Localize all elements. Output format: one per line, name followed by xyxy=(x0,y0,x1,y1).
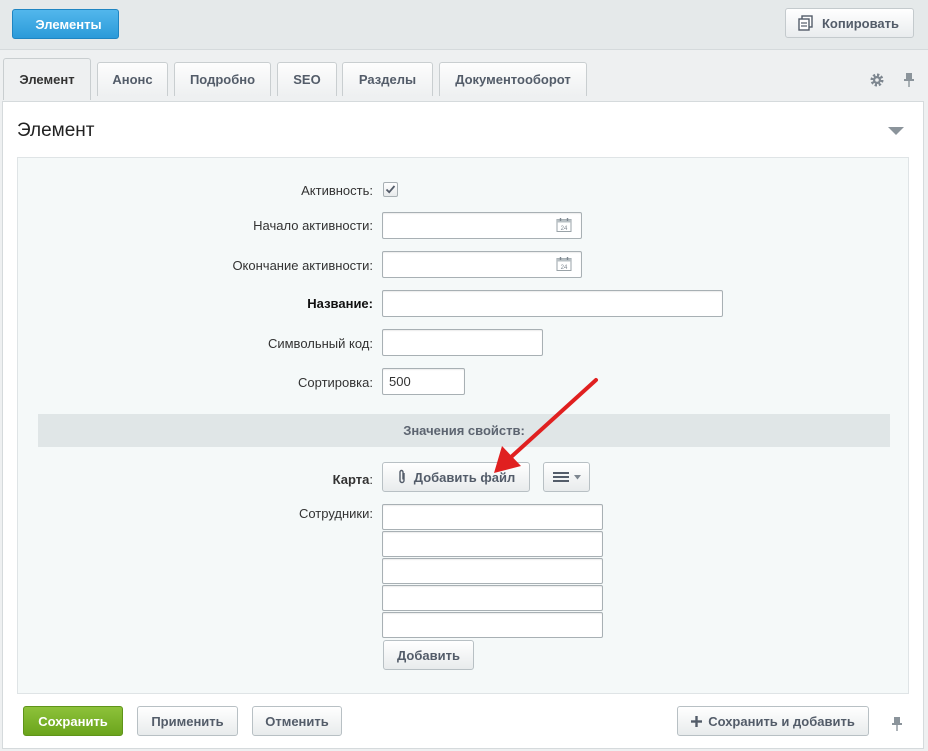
start-date-input[interactable] xyxy=(382,212,582,239)
chevron-down-icon xyxy=(573,474,581,479)
tab-label: Анонс xyxy=(112,72,153,87)
properties-header: Значения свойств: xyxy=(38,414,890,447)
save-label: Сохранить xyxy=(38,713,108,729)
apply-button[interactable]: Применить xyxy=(137,706,238,736)
employee-input[interactable] xyxy=(382,531,603,557)
copy-button[interactable]: Копировать xyxy=(785,8,914,38)
svg-text:24: 24 xyxy=(561,226,568,232)
end-date-input[interactable] xyxy=(382,251,582,278)
copy-button-label: Копировать xyxy=(822,15,900,31)
check-icon xyxy=(385,185,396,194)
map-label-text: Карта xyxy=(332,472,370,487)
form-area: Активность: Начало активности: 24 Оконча… xyxy=(17,157,909,694)
tab-label: Разделы xyxy=(358,72,417,87)
employee-input[interactable] xyxy=(382,585,603,611)
svg-text:24: 24 xyxy=(561,265,568,271)
cancel-label: Отменить xyxy=(265,713,329,729)
end-date-label: Окончание активности: xyxy=(232,258,373,273)
calendar-icon[interactable]: 24 xyxy=(556,256,572,272)
save-and-add-button[interactable]: Сохранить и добавить xyxy=(677,706,869,736)
tab-label: Документооборот xyxy=(455,72,571,87)
top-toolbar: Элементы Копировать xyxy=(0,0,928,50)
tab-sections[interactable]: Разделы xyxy=(342,62,433,96)
name-input[interactable] xyxy=(382,290,723,317)
menu-icon xyxy=(552,472,569,482)
tab-announce[interactable]: Анонс xyxy=(97,62,168,96)
tab-label: Подробно xyxy=(189,72,256,87)
back-button-label: Элементы xyxy=(35,16,102,32)
section-title: Элемент xyxy=(17,120,95,141)
gear-icon[interactable] xyxy=(868,70,886,90)
employee-input[interactable] xyxy=(382,612,603,638)
collapse-icon[interactable] xyxy=(888,127,904,135)
sort-input[interactable] xyxy=(382,368,465,395)
back-to-elements-button[interactable]: Элементы xyxy=(12,9,119,39)
active-label: Активность: xyxy=(301,183,373,198)
sort-label: Сортировка: xyxy=(298,375,373,390)
tab-element[interactable]: Элемент xyxy=(3,58,91,100)
tab-document-flow[interactable]: Документооборот xyxy=(439,62,587,96)
pin-icon[interactable] xyxy=(900,70,918,90)
add-employee-label: Добавить xyxy=(397,647,460,663)
code-label: Символьный код: xyxy=(267,336,373,351)
add-file-label: Добавить файл xyxy=(413,469,516,485)
active-checkbox[interactable] xyxy=(383,182,398,197)
add-employee-button[interactable]: Добавить xyxy=(383,640,474,670)
copy-icon xyxy=(798,15,813,31)
file-menu-button[interactable] xyxy=(543,462,590,492)
map-label: Карта: xyxy=(333,472,373,487)
tab-label: Элемент xyxy=(19,72,75,87)
pin-icon[interactable] xyxy=(891,716,903,732)
tab-seo[interactable]: SEO xyxy=(277,62,337,96)
map-label-colon: : xyxy=(369,472,373,487)
code-input[interactable] xyxy=(382,329,543,356)
cancel-button[interactable]: Отменить xyxy=(252,706,342,736)
tab-bar: Элемент Анонс Подробно SEO Разделы Докум… xyxy=(0,58,928,100)
start-date-label: Начало активности: xyxy=(253,218,373,233)
employees-label: Сотрудники: xyxy=(298,506,373,521)
calendar-icon[interactable]: 24 xyxy=(556,217,572,233)
employee-input[interactable] xyxy=(382,558,603,584)
plus-icon xyxy=(691,715,703,727)
name-label: Название: xyxy=(307,296,373,311)
apply-label: Применить xyxy=(151,713,224,729)
tab-details[interactable]: Подробно xyxy=(174,62,271,96)
edit-panel: Элемент Активность: Начало активности: 2… xyxy=(2,101,924,749)
add-file-button[interactable]: Добавить файл xyxy=(382,462,530,492)
tab-label: SEO xyxy=(293,72,321,87)
employee-input[interactable] xyxy=(382,504,603,530)
save-and-add-label: Сохранить и добавить xyxy=(708,713,855,729)
save-button[interactable]: Сохранить xyxy=(23,706,123,736)
paperclip-icon xyxy=(399,469,405,484)
properties-header-label: Значения свойств: xyxy=(403,423,525,438)
